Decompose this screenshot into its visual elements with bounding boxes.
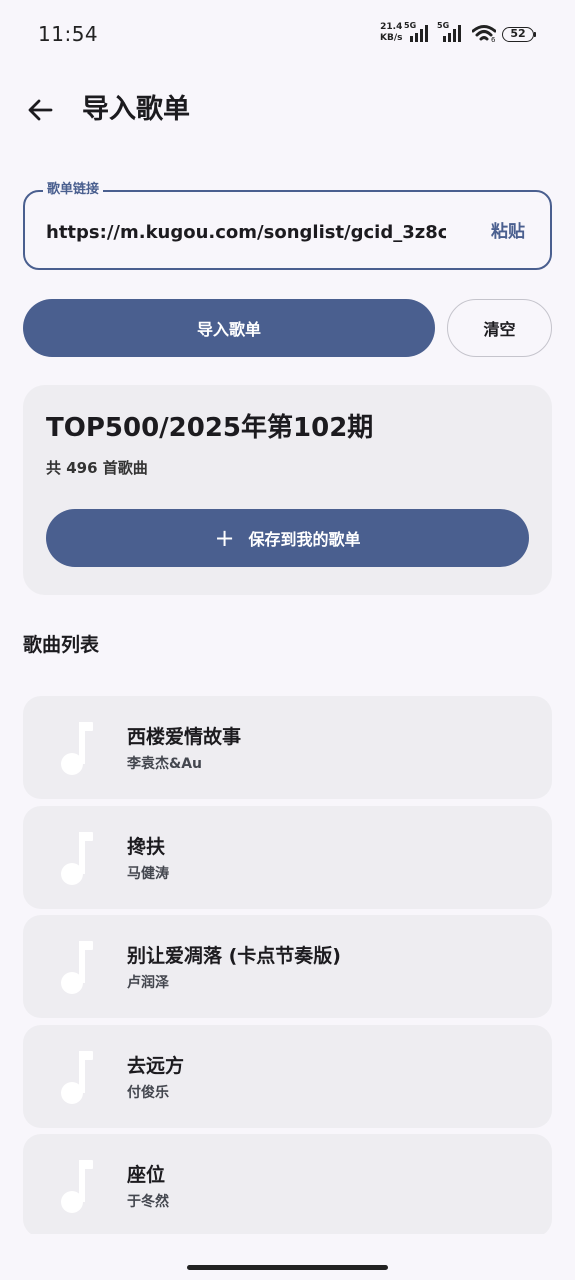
battery-tip: [534, 32, 536, 37]
playlist-link-field[interactable]: 歌单链接 粘贴: [23, 181, 552, 270]
save-button-label: 保存到我的歌单: [248, 530, 361, 549]
song-artist: 李袁杰&Au: [127, 756, 203, 772]
music-note-icon: [61, 1160, 93, 1213]
save-to-my-playlists-button[interactable]: + 保存到我的歌单: [46, 509, 529, 567]
status-time: 11:54: [38, 22, 99, 46]
song-title: 西楼爱情故事: [127, 726, 242, 748]
battery-icon: 52: [502, 27, 534, 42]
song-title: 搀扶: [127, 835, 166, 858]
playlist-link-label: 歌单链接: [43, 181, 104, 199]
network-speed-value: 21.4: [380, 22, 403, 32]
song-list-item[interactable]: 搀扶 马健涛: [23, 805, 552, 909]
import-playlist-screen: 11:54 21.4 KB/s 5G 5G 6 52 导入歌单 歌单链接 htt…: [0, 0, 575, 1280]
music-note-icon: [61, 722, 93, 775]
playlist-info-card: TOP500/2025年第102期 共 496 首歌曲 + 保存到我的歌单: [23, 385, 552, 595]
clear-button[interactable]: 清空: [447, 299, 552, 357]
signal-icon-sim1: 5G: [404, 21, 434, 48]
song-list-item[interactable]: 西楼爱情故事 李袁杰&Au: [23, 696, 552, 799]
import-playlist-button[interactable]: 导入歌单: [23, 299, 435, 357]
signal-label-sim1: 5G: [404, 21, 417, 30]
status-bar: 11:54 21.4 KB/s 5G 5G 6 52: [0, 0, 575, 70]
playlist-song-count: 共 496 首歌曲: [46, 459, 148, 477]
arrow-back-icon: [28, 99, 53, 121]
song-title: 别让爱凋落 (卡点节奏版): [127, 945, 341, 967]
song-artist: 马健涛: [127, 865, 169, 882]
page-title: 导入歌单: [82, 94, 190, 125]
network-speed-unit: KB/s: [380, 33, 403, 43]
back-button[interactable]: [22, 92, 58, 128]
signal-icon-sim2: 5G: [437, 21, 467, 48]
song-list-item[interactable]: 座位 于冬然: [23, 1134, 552, 1234]
song-list-title: 歌曲列表: [23, 634, 100, 656]
song-title: 座位: [127, 1164, 166, 1186]
playlist-link-input[interactable]: [46, 218, 446, 246]
song-artist: 卢润泽: [127, 975, 169, 991]
paste-button[interactable]: 粘贴: [491, 218, 525, 246]
playlist-title: TOP500/2025年第102期: [46, 413, 374, 443]
song-artist: 付俊乐: [127, 1084, 169, 1101]
wifi-label: 6: [491, 36, 496, 44]
song-list-item[interactable]: 去远方 付俊乐: [23, 1024, 552, 1128]
home-indicator[interactable]: [187, 1265, 388, 1270]
network-speed: 21.4 KB/s: [380, 22, 402, 44]
song-list-item[interactable]: 别让爱凋落 (卡点节奏版) 卢润泽: [23, 915, 552, 1018]
song-list[interactable]: 西楼爱情故事 李袁杰&Au 搀扶 马健涛 别让爱凋落 (卡点节奏版) 卢润泽 去…: [23, 696, 552, 1234]
song-artist: 于冬然: [127, 1194, 169, 1210]
plus-icon: +: [214, 524, 235, 552]
music-note-icon: [61, 831, 93, 885]
song-title: 去远方: [127, 1054, 185, 1077]
music-note-icon: [61, 941, 93, 994]
music-note-icon: [61, 1050, 93, 1104]
signal-label-sim2: 5G: [437, 21, 450, 30]
